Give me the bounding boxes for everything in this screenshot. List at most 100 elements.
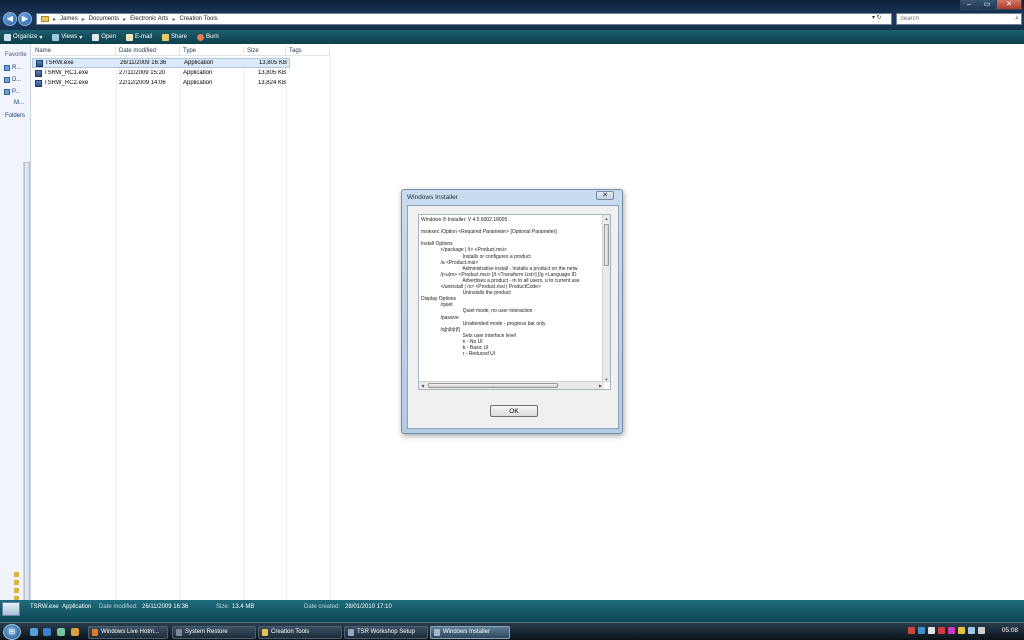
show-desktop-icon[interactable] xyxy=(30,628,38,636)
details-file-name: TSRW.exe xyxy=(30,604,59,610)
task-tsr-workshop-setup[interactable]: TSR Workshop Setup xyxy=(344,626,428,639)
task-system-restore[interactable]: System Restore xyxy=(172,626,256,639)
scrollbar-thumb[interactable]: ⁞ xyxy=(428,383,558,388)
breadcrumb-separator: ▸ xyxy=(123,16,127,23)
scrollbar-thumb[interactable] xyxy=(24,162,30,632)
column-divider xyxy=(244,56,245,600)
internet-explorer-icon[interactable] xyxy=(43,628,51,636)
navigation-pane: Favorite R... D... P... M... Folders xyxy=(0,44,31,634)
folder-icon xyxy=(14,572,19,577)
tray-icon[interactable] xyxy=(928,627,935,634)
volume-icon[interactable] xyxy=(978,627,985,634)
breadcrumb-separator: ▸ xyxy=(81,16,85,23)
task-windows-live-hotmail[interactable]: Windows Live Hotm... xyxy=(88,626,168,639)
close-window-button[interactable]: ✕ xyxy=(996,0,1022,10)
favorite-link-desktop[interactable]: D... xyxy=(4,77,21,83)
column-divider xyxy=(116,56,117,600)
task-creation-tools[interactable]: Creation Tools xyxy=(258,626,342,639)
column-header-type[interactable]: Type xyxy=(180,46,244,56)
navigation-scrollbar[interactable] xyxy=(23,162,30,634)
file-name: TSRW.exe xyxy=(45,60,74,66)
back-button[interactable]: ◀ xyxy=(3,12,17,26)
column-header-date[interactable]: Date modified xyxy=(116,46,180,56)
horizontal-scrollbar[interactable]: ◀ ⁞ ▶ xyxy=(419,381,604,389)
network-icon[interactable] xyxy=(968,627,975,634)
scroll-right-arrow-icon[interactable]: ▶ xyxy=(597,382,604,389)
window-controls: – ▭ ✕ xyxy=(960,0,1022,10)
open-button[interactable]: Open xyxy=(92,33,116,41)
folders-toggle[interactable]: Folders xyxy=(5,113,25,119)
favorite-link-label: M... xyxy=(14,100,24,106)
column-header-size[interactable]: Size xyxy=(244,46,286,56)
details-size-label: Size: xyxy=(216,604,230,610)
details-modified-value: 26/11/2009 16:36 xyxy=(142,604,189,610)
details-modified-label: Date modified: xyxy=(99,604,138,610)
quick-launch-icon[interactable] xyxy=(71,628,79,636)
scroll-up-arrow-icon[interactable]: ▲ xyxy=(603,215,610,222)
scrollbar-thumb[interactable] xyxy=(604,224,609,266)
file-row[interactable]: TSRW.exe 26/11/2009 16:36 Application 13… xyxy=(32,58,290,68)
task-windows-installer[interactable]: Windows Installer xyxy=(430,626,510,639)
organize-button[interactable]: Organize ▾ xyxy=(4,33,42,41)
application-icon xyxy=(35,79,42,87)
open-icon xyxy=(92,33,100,41)
search-icon[interactable]: ⌕ xyxy=(1015,15,1019,23)
pictures-icon xyxy=(4,89,10,95)
share-label: Share xyxy=(171,34,188,40)
file-rows: TSRW.exe 26/11/2009 16:36 Application 13… xyxy=(32,58,290,88)
favorite-link-recent[interactable]: R... xyxy=(4,65,21,71)
tray-icon[interactable] xyxy=(918,627,925,634)
search-input[interactable] xyxy=(900,14,1008,24)
switch-windows-icon[interactable] xyxy=(57,628,65,636)
forward-button[interactable]: ▶ xyxy=(18,12,32,26)
folder-icon xyxy=(41,16,49,22)
file-size: 13,805 KB xyxy=(257,70,286,76)
share-button[interactable]: Share xyxy=(162,33,188,41)
column-header-name[interactable]: Name xyxy=(32,46,116,56)
file-row[interactable]: TSRW_RC1.exe 27/11/2009 15:20 Applicatio… xyxy=(32,68,290,78)
column-header-tags[interactable]: Tags xyxy=(286,46,330,56)
dialog-title: Windows Installer xyxy=(407,194,458,201)
file-type: Application xyxy=(183,70,213,76)
tray-icon[interactable] xyxy=(908,627,915,634)
burn-button[interactable]: Burn xyxy=(197,33,219,41)
clock[interactable]: 05:08 xyxy=(1002,627,1018,634)
column-divider xyxy=(180,56,181,600)
usage-text-box: Windows ® Installer. V 4.5.6002.18005 ms… xyxy=(418,214,611,390)
breadcrumb-documents[interactable]: Documents xyxy=(89,16,119,22)
email-button[interactable]: E-mail xyxy=(125,33,152,41)
favorite-link-more[interactable]: M... xyxy=(14,100,24,106)
tray-icon[interactable] xyxy=(948,627,955,634)
breadcrumb-james[interactable]: James xyxy=(60,16,78,22)
search-box[interactable]: ⌕ xyxy=(896,13,1022,25)
minimize-button[interactable]: – xyxy=(960,0,978,10)
views-icon xyxy=(52,33,60,41)
usage-text: Windows ® Installer. V 4.5.6002.18005 ms… xyxy=(421,217,580,358)
start-button[interactable]: ⊞ xyxy=(3,624,21,640)
views-label: Views xyxy=(61,34,78,40)
dialog-body: Windows ® Installer. V 4.5.6002.18005 ms… xyxy=(407,205,619,429)
file-row[interactable]: TSRW_RC2.exe 22/12/2009 14:06 Applicatio… xyxy=(32,78,290,88)
file-date: 22/12/2009 14:06 xyxy=(119,80,166,86)
folder-icon xyxy=(14,588,19,593)
scroll-left-arrow-icon[interactable]: ◀ xyxy=(419,382,426,389)
tray-icon[interactable] xyxy=(958,627,965,634)
scroll-down-arrow-icon[interactable]: ▼ xyxy=(603,376,610,383)
address-dropdown-refresh[interactable]: ▾ ↻ xyxy=(872,14,882,21)
desktop-icon xyxy=(4,77,10,83)
address-bar[interactable]: ▸ James ▸ Documents ▸ Electronic Arts ▸ … xyxy=(36,13,892,25)
ok-button[interactable]: OK xyxy=(490,405,538,417)
column-divider xyxy=(330,56,331,600)
favorite-link-label: R... xyxy=(12,65,22,71)
email-label: E-mail xyxy=(134,34,152,40)
tray-icon[interactable] xyxy=(938,627,945,634)
dialog-close-button[interactable]: ✕ xyxy=(596,191,614,200)
breadcrumb-creation-tools[interactable]: Creation Tools xyxy=(179,16,217,22)
views-button[interactable]: Views ▾ xyxy=(52,33,82,41)
favorite-link-pictures[interactable]: P... xyxy=(4,89,20,95)
burn-label: Burn xyxy=(206,34,219,40)
vertical-scrollbar[interactable]: ▲ ▼ xyxy=(602,215,610,383)
organize-label: Organize xyxy=(13,34,38,40)
breadcrumb-electronic-arts[interactable]: Electronic Arts xyxy=(130,16,168,22)
maximize-button[interactable]: ▭ xyxy=(978,0,996,10)
